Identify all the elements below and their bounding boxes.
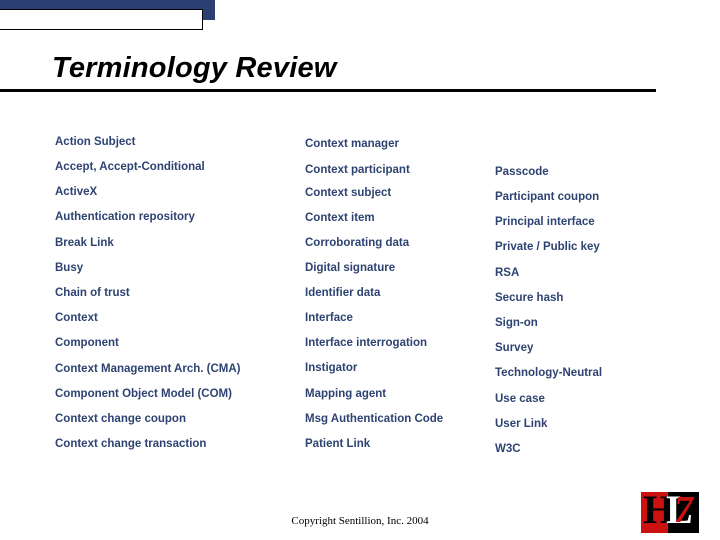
list-item: Context	[55, 312, 98, 325]
list-item: Authentication repository	[55, 211, 195, 224]
list-item: Context change transaction	[55, 438, 207, 451]
list-item: Msg Authentication Code	[305, 412, 444, 425]
copyright-notice: Copyright Sentillion, Inc. 2004	[291, 515, 429, 527]
hl7-logo: H L 7	[641, 492, 699, 533]
list-item: Use case	[495, 392, 545, 405]
list-item: Context participant	[305, 163, 410, 176]
list-item: Busy	[55, 261, 84, 274]
hl7-logo-digit-7: 7	[674, 492, 693, 531]
list-item: Identifier data	[305, 287, 381, 300]
list-item: Action Subject	[55, 135, 136, 148]
list-item: Component Object Model (COM)	[55, 387, 232, 400]
terminology-columns: Action Subject Accept, Accept-Conditiona…	[0, 0, 720, 540]
list-item: Context item	[305, 211, 375, 224]
slide: Terminology Review Action Subject Accept…	[0, 0, 720, 540]
list-item: ActiveX	[55, 186, 98, 199]
list-item: Corroborating data	[305, 236, 410, 249]
list-item: Accept, Accept-Conditional	[55, 161, 205, 174]
list-item: Private / Public key	[495, 241, 600, 254]
terminology-column-right: Passcode Participant coupon Principal in…	[495, 160, 715, 462]
list-item: Principal interface	[495, 216, 595, 229]
list-item: Survey	[495, 342, 534, 355]
list-item: Interface interrogation	[305, 337, 428, 350]
list-item: Mapping agent	[305, 387, 387, 400]
list-item: Sign-on	[495, 316, 538, 329]
list-item: Chain of trust	[55, 286, 130, 299]
list-item: Secure hash	[495, 291, 564, 304]
list-item: Digital signature	[305, 262, 396, 275]
terminology-column-middle: Context manager Context participant Cont…	[305, 130, 490, 457]
list-item: Context manager	[305, 138, 399, 151]
list-item: RSA	[495, 266, 520, 279]
list-item: Patient Link	[305, 437, 371, 450]
list-item: Break Link	[55, 236, 114, 249]
list-item: User Link	[495, 417, 548, 430]
list-item: Interface	[305, 312, 353, 325]
list-item: Component	[55, 337, 119, 350]
list-item: Technology-Neutral	[495, 367, 603, 380]
terminology-column-left: Action Subject Accept, Accept-Conditiona…	[55, 130, 300, 457]
list-item: Context Management Arch. (CMA)	[55, 362, 241, 375]
list-item: W3C	[495, 442, 521, 455]
list-item: Passcode	[495, 165, 549, 178]
list-item: Participant coupon	[495, 191, 600, 204]
list-item: Instigator	[305, 362, 358, 375]
list-item: Context change coupon	[55, 412, 186, 425]
list-item: Context subject	[305, 186, 392, 199]
